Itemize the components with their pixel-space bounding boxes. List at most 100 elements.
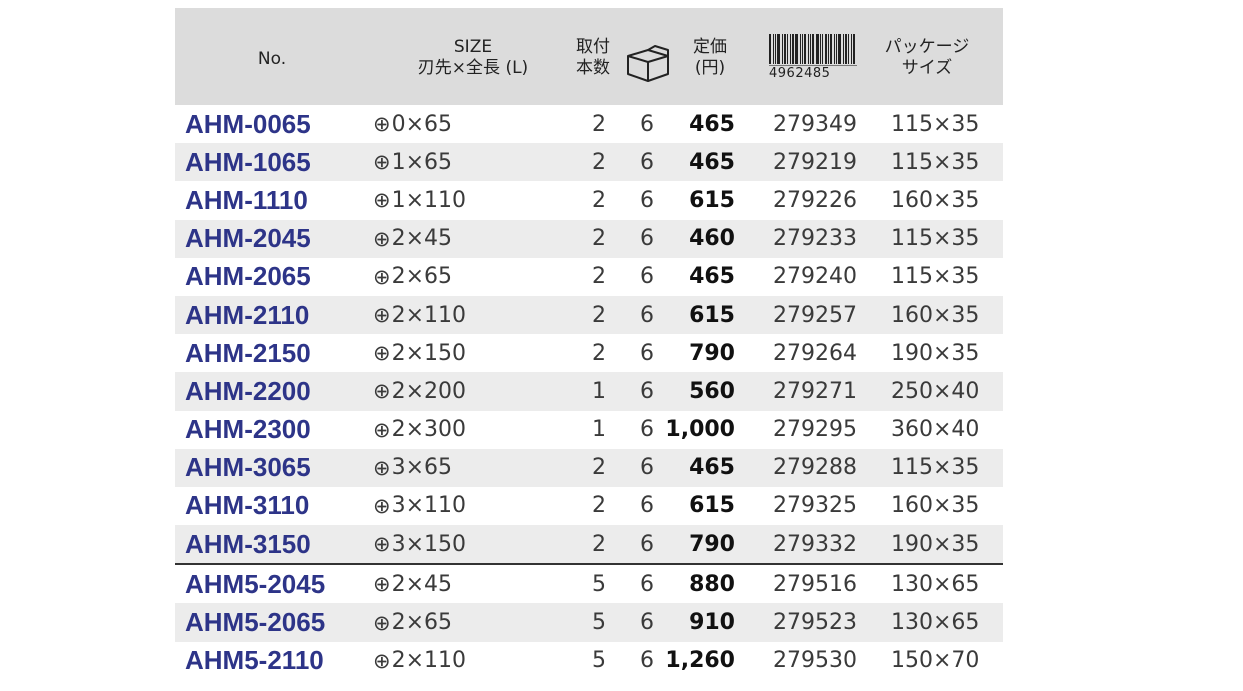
price-value: 465 <box>689 264 735 290</box>
jan-code: 279332 <box>773 531 857 557</box>
header-size-line1: SIZE <box>453 37 493 57</box>
jan-code: 279530 <box>773 648 857 674</box>
price-value: 790 <box>689 531 735 557</box>
header-no: No. <box>257 49 287 69</box>
jan-code: 279523 <box>773 610 857 636</box>
phillips-icon: ⊕ <box>373 493 391 518</box>
pack-value: 6 <box>640 378 654 404</box>
price-value: 1,000 <box>665 417 735 443</box>
phillips-icon: ⊕ <box>373 188 391 213</box>
size-value: ⊕ 3×65 <box>373 449 452 487</box>
size-text: 2×150 <box>391 340 467 366</box>
pack-value: 6 <box>640 455 654 481</box>
jan-code: 279288 <box>773 455 857 481</box>
product-number: AHM5-2065 <box>185 607 326 638</box>
size-text: 3×110 <box>391 493 467 519</box>
size-text: 2×65 <box>391 264 453 290</box>
quantity-value: 2 <box>592 149 606 175</box>
jan-code: 279219 <box>773 149 857 175</box>
product-number: AHM-0065 <box>185 108 311 139</box>
quantity-value: 5 <box>592 571 606 597</box>
price-value: 790 <box>689 340 735 366</box>
phillips-icon: ⊕ <box>373 610 391 635</box>
jan-code: 279257 <box>773 302 857 328</box>
table-body: AHM-0065 ⊕ 0×65 2 6 465 279349 115×35 AHM-1065 ⊕ 1… <box>175 105 1003 680</box>
header-price-line1: 定価 <box>693 37 727 57</box>
phillips-icon: ⊕ <box>373 532 391 557</box>
pack-value: 6 <box>640 493 654 519</box>
package-size: 160×35 <box>891 493 980 519</box>
pack-value: 6 <box>640 340 654 366</box>
quantity-value: 1 <box>592 417 606 443</box>
jan-code: 279271 <box>773 378 857 404</box>
quantity-value: 2 <box>592 493 606 519</box>
pack-value: 6 <box>640 149 654 175</box>
package-size: 190×35 <box>891 340 980 366</box>
pack-value: 6 <box>640 111 654 137</box>
header-pkg-line2: サイズ <box>901 58 953 78</box>
phillips-icon: ⊕ <box>373 226 391 251</box>
table-row: AHM-3110 ⊕ 3×110 2 6 615 279325 160×35 <box>175 487 1003 525</box>
phillips-icon: ⊕ <box>373 417 391 442</box>
product-number: AHM5-2045 <box>185 568 326 599</box>
header-pkg: パッケージ サイズ <box>875 37 979 79</box>
header-qty-line2: 本数 <box>576 58 610 78</box>
quantity-value: 2 <box>592 264 606 290</box>
table-row: AHM-2150 ⊕ 2×150 2 6 790 279264 190×35 <box>175 334 1003 372</box>
package-size: 150×70 <box>891 648 980 674</box>
pack-value: 6 <box>640 417 654 443</box>
package-size: 115×35 <box>891 149 980 175</box>
pack-value: 6 <box>640 187 654 213</box>
product-number: AHM-2150 <box>185 337 311 368</box>
jan-code: 279233 <box>773 226 857 252</box>
quantity-value: 1 <box>592 378 606 404</box>
size-value: ⊕ 3×150 <box>373 525 466 563</box>
price-value: 465 <box>689 455 735 481</box>
table-row: AHM-2065 ⊕ 2×65 2 6 465 279240 115×35 <box>175 258 1003 296</box>
size-value: ⊕ 2×150 <box>373 334 466 372</box>
table-row: AHM-3065 ⊕ 3×65 2 6 465 279288 115×35 <box>175 448 1003 487</box>
package-size: 250×40 <box>891 378 980 404</box>
product-number: AHM-2300 <box>185 414 311 445</box>
product-number: AHM5-2110 <box>185 645 324 676</box>
header-jan-prefix: 4962485 <box>769 65 857 82</box>
jan-code: 279226 <box>773 187 857 213</box>
price-value: 615 <box>689 302 735 328</box>
header-pkg-line1: パッケージ <box>884 37 970 57</box>
size-text: 2×110 <box>391 302 467 328</box>
product-number: AHM-2200 <box>185 375 311 406</box>
table-row: AHM-2300 ⊕ 2×300 1 6 1,000 279295 360×40 <box>175 411 1003 449</box>
jan-code: 279295 <box>773 417 857 443</box>
product-number: AHM-2110 <box>185 299 310 330</box>
jan-code: 279240 <box>773 264 857 290</box>
phillips-icon: ⊕ <box>373 150 391 175</box>
size-value: ⊕ 2×110 <box>373 642 466 680</box>
package-size: 115×35 <box>891 264 980 290</box>
size-text: 2×200 <box>391 378 467 404</box>
price-value: 615 <box>689 493 735 519</box>
phillips-icon: ⊕ <box>373 112 391 137</box>
package-size: 115×35 <box>891 111 980 137</box>
quantity-value: 2 <box>592 226 606 252</box>
size-value: ⊕ 2×200 <box>373 372 466 410</box>
table-row: AHM5-2110 ⊕ 2×110 5 6 1,260 279530 150×70 <box>175 642 1003 680</box>
quantity-value: 5 <box>592 610 606 636</box>
size-value: ⊕ 2×65 <box>373 258 452 296</box>
size-text: 2×45 <box>391 571 453 597</box>
price-value: 880 <box>689 571 735 597</box>
product-number: AHM-1110 <box>185 184 308 215</box>
size-value: ⊕ 0×65 <box>373 105 452 143</box>
header-jan: 4962485 <box>769 34 857 82</box>
header-qty: 取付 本数 <box>568 37 618 79</box>
size-text: 3×150 <box>391 531 467 557</box>
size-value: ⊕ 2×65 <box>373 603 452 641</box>
table-header: No. SIZE 刃先×全長 (L) 取付 本数 定価 (円) 4962485 … <box>175 8 1003 105</box>
product-number: AHM-3065 <box>185 452 311 483</box>
price-value: 460 <box>689 226 735 252</box>
size-value: ⊕ 3×110 <box>373 487 466 525</box>
phillips-icon: ⊕ <box>373 379 391 404</box>
package-size: 160×35 <box>891 187 980 213</box>
price-value: 560 <box>689 378 735 404</box>
table-row: AHM-2110 ⊕ 2×110 2 6 615 279257 160×35 <box>175 295 1003 335</box>
pack-value: 6 <box>640 571 654 597</box>
